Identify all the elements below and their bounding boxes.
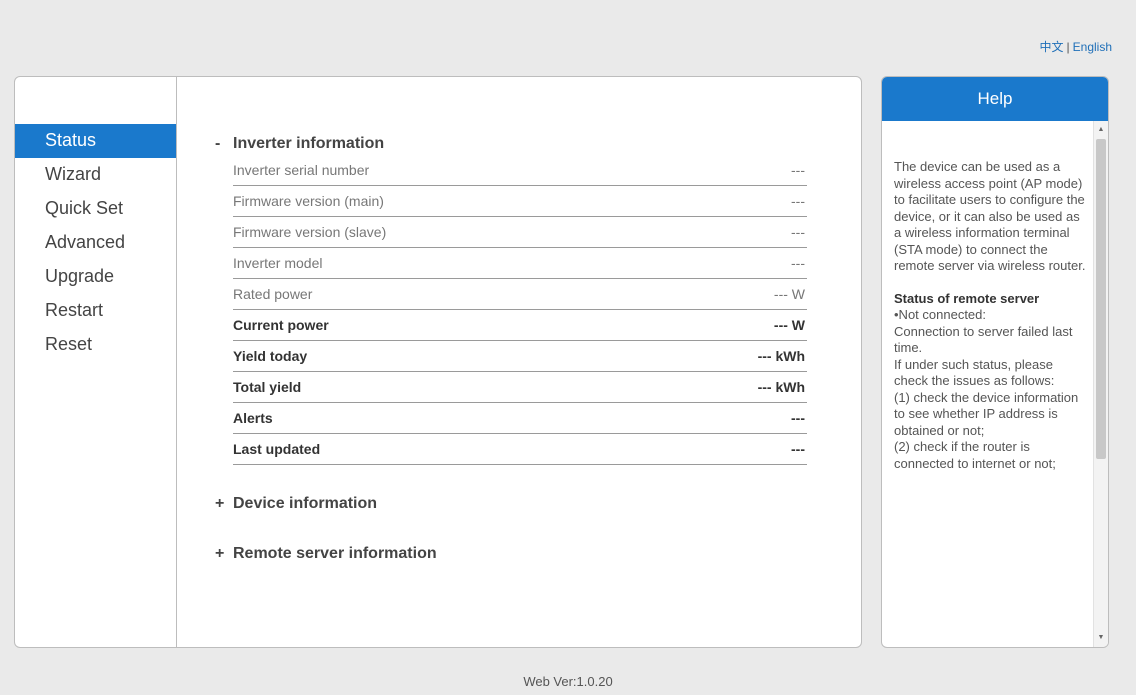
expand-plus-icon: +: [215, 495, 225, 512]
inverter-info-title: Inverter information: [233, 135, 385, 152]
help-scrollbar[interactable]: ▲ ▼: [1093, 121, 1108, 647]
table-row: Rated power --- W: [233, 278, 807, 310]
help-title: Help: [882, 77, 1108, 121]
row-label-current-power: Current power: [233, 309, 667, 341]
help-line: (2) check if the router is connected to …: [894, 439, 1056, 471]
table-row: Yield today --- kWh: [233, 340, 807, 372]
status-content: - Inverter information Inverter serial nu…: [215, 133, 815, 565]
web-version: Web Ver:1.0.20: [523, 674, 613, 689]
row-value-alerts: ---: [666, 402, 807, 434]
row-label-total-yield: Total yield: [233, 371, 667, 403]
sidebar-nav: Status Wizard Quick Set Advanced Upgrade…: [15, 77, 177, 647]
scroll-up-arrow-icon[interactable]: ▲: [1094, 123, 1108, 137]
language-switch: 中文 | English: [1040, 38, 1113, 55]
table-row: Current power --- W: [233, 309, 807, 341]
language-chinese-link[interactable]: 中文: [1040, 40, 1064, 54]
sidebar-item-reset[interactable]: Reset: [15, 328, 176, 362]
device-info-toggle[interactable]: + Device information: [215, 493, 815, 515]
row-label-yield-today: Yield today: [233, 340, 667, 372]
sidebar-item-upgrade[interactable]: Upgrade: [15, 260, 176, 294]
remote-server-info-toggle[interactable]: + Remote server information: [215, 543, 815, 565]
language-separator: |: [1066, 40, 1070, 54]
inverter-info-table: Inverter serial number --- Firmware vers…: [233, 155, 807, 465]
expand-plus-icon: +: [215, 545, 225, 562]
row-label-last-updated: Last updated: [233, 433, 667, 465]
sidebar-item-advanced[interactable]: Advanced: [15, 226, 176, 260]
table-row: Total yield --- kWh: [233, 371, 807, 403]
collapse-minus-icon: -: [215, 135, 221, 152]
table-row: Alerts ---: [233, 402, 807, 434]
table-row: Firmware version (main) ---: [233, 185, 807, 217]
help-line: •Not connected:: [894, 307, 986, 322]
row-value-yield-today: --- kWh: [666, 340, 807, 372]
table-row: Inverter model ---: [233, 247, 807, 279]
remote-server-info-title: Remote server information: [233, 545, 437, 562]
sidebar-item-restart[interactable]: Restart: [15, 294, 176, 328]
row-value-total-yield: --- kWh: [666, 371, 807, 403]
row-label-firmware-main: Firmware version (main): [233, 185, 667, 217]
row-value-rated-power: --- W: [666, 278, 807, 310]
row-value-current-power: --- W: [666, 309, 807, 341]
help-text: The device can be used as a wireless acc…: [882, 121, 1094, 647]
sidebar-item-quick-set[interactable]: Quick Set: [15, 192, 176, 226]
help-subhead: Status of remote server: [894, 290, 1040, 306]
row-value-inverter-model: ---: [666, 247, 807, 279]
row-label-alerts: Alerts: [233, 402, 667, 434]
row-label-serial-number: Inverter serial number: [233, 155, 667, 186]
help-line: If under such status, please check the i…: [894, 356, 1055, 389]
row-value-last-updated: ---: [666, 433, 807, 465]
row-value-serial-number: ---: [666, 155, 807, 186]
inverter-info-toggle[interactable]: - Inverter information: [215, 133, 815, 155]
scroll-down-arrow-icon[interactable]: ▼: [1094, 631, 1108, 645]
help-line: (1) check the device information to see …: [894, 389, 1079, 438]
sidebar-item-status[interactable]: Status: [15, 124, 176, 158]
language-english-link[interactable]: English: [1073, 40, 1112, 54]
row-value-firmware-slave: ---: [666, 216, 807, 248]
main-panel: Status Wizard Quick Set Advanced Upgrade…: [14, 76, 862, 648]
help-line: Connection to server failed last time.: [894, 323, 1073, 356]
device-info-title: Device information: [233, 495, 378, 512]
sidebar-item-wizard[interactable]: Wizard: [15, 158, 176, 192]
help-intro: The device can be used as a wireless acc…: [894, 159, 1086, 273]
row-label-firmware-slave: Firmware version (slave): [233, 216, 667, 248]
table-row: Inverter serial number ---: [233, 155, 807, 186]
row-label-rated-power: Rated power: [233, 278, 667, 310]
help-panel: Help The device can be used as a wireles…: [881, 76, 1109, 648]
table-row: Last updated ---: [233, 433, 807, 465]
row-label-inverter-model: Inverter model: [233, 247, 667, 279]
row-value-firmware-main: ---: [666, 185, 807, 217]
scroll-thumb[interactable]: [1096, 139, 1106, 459]
table-row: Firmware version (slave) ---: [233, 216, 807, 248]
